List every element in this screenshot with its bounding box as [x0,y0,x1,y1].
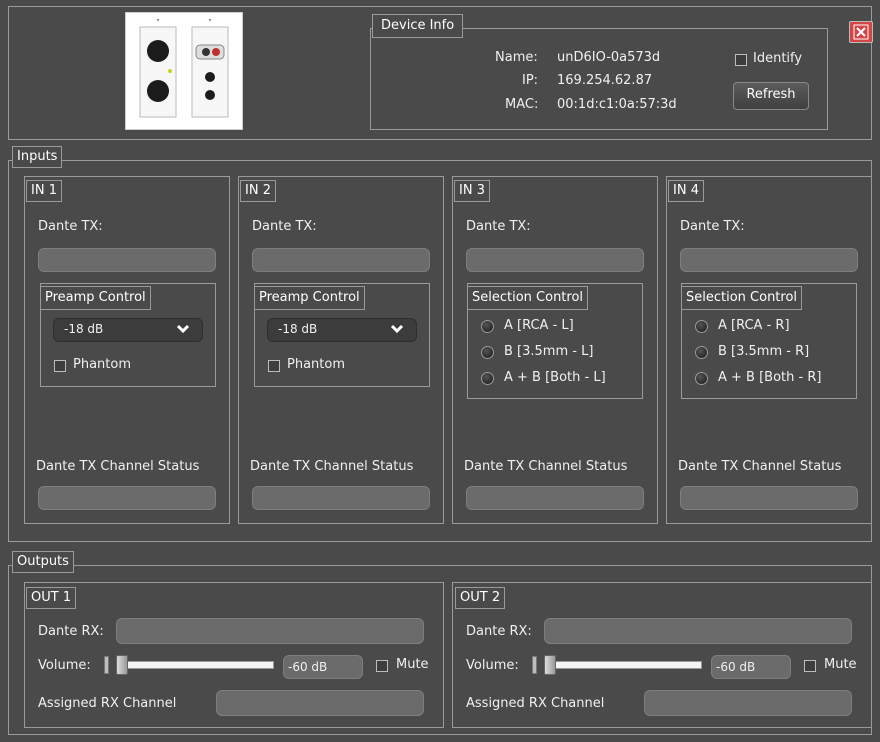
gain-value: -18 dB [278,322,318,336]
source-b-label: B [3.5mm - L] [504,344,594,359]
assigned-rx-field [216,690,424,716]
ip-label: IP: [522,73,539,88]
outputs-title: Outputs [12,551,74,573]
phantom-label: Phantom [287,357,345,372]
close-icon [853,24,869,40]
device-info-title: Device Info [372,14,464,38]
mute-label: Mute [396,657,429,672]
svg-text:▾: ▾ [156,17,159,24]
mute-checkbox[interactable] [376,660,388,672]
selection-control-title: Selection Control [467,286,589,310]
dante-tx-status-label: Dante TX Channel Status [250,459,414,474]
name-value: unD6IO-0a573d [557,50,661,65]
source-b-label: B [3.5mm - R] [718,344,810,359]
source-a-radio[interactable] [695,320,708,333]
source-ab-label: A + B [Both - R] [718,370,822,385]
phantom-checkbox[interactable] [54,360,66,372]
mac-value: 00:1d:c1:0a:57:3d [557,97,677,112]
phantom-label: Phantom [73,357,131,372]
volume-label: Volume: [466,658,519,673]
mute-label: Mute [824,657,857,672]
slider-track [122,661,274,669]
dante-tx-status-field [252,486,430,510]
device-image: ▾ ▾ [125,12,243,130]
output-channel-title: OUT 1 [26,587,77,609]
slider-track [550,661,702,669]
phantom-checkbox[interactable] [268,360,280,372]
input-channel-title: IN 2 [240,180,276,202]
assigned-rx-label: Assigned RX Channel [38,696,177,711]
dante-tx-status-field [680,486,858,510]
identify-checkbox[interactable] [735,54,747,66]
gain-select[interactable]: -18 dB [267,318,417,342]
close-button[interactable] [849,21,873,43]
volume-label: Volume: [38,658,91,673]
dante-tx-label: Dante TX: [38,219,103,234]
wall-plate-icon: ▾ ▾ [139,17,229,118]
volume-slider[interactable] [104,653,276,677]
slider-end-cap [104,656,109,674]
dante-tx-field [680,248,858,272]
preamp-control-title: Preamp Control [40,286,151,310]
source-ab-radio[interactable] [695,372,708,385]
dante-tx-label: Dante TX: [466,219,531,234]
identify-label: Identify [753,51,803,66]
source-a-label: A [RCA - L] [504,318,574,333]
dante-tx-field [466,248,644,272]
dante-tx-label: Dante TX: [252,219,317,234]
volume-value: -60 dB [711,655,791,679]
assigned-rx-label: Assigned RX Channel [466,696,605,711]
dante-rx-field [544,618,852,644]
chevron-down-icon [176,324,190,334]
dante-tx-field [252,248,430,272]
gain-select[interactable]: -18 dB [53,318,203,342]
inputs-title: Inputs [12,146,63,168]
source-b-radio[interactable] [481,346,494,359]
dante-rx-label: Dante RX: [38,624,104,639]
svg-text:▾: ▾ [208,17,211,24]
dante-tx-status-label: Dante TX Channel Status [464,459,628,474]
dante-rx-label: Dante RX: [466,624,532,639]
source-ab-radio[interactable] [481,372,494,385]
dante-tx-status-field [38,486,216,510]
slider-thumb[interactable] [116,655,128,675]
input-channel-title: IN 4 [668,180,704,202]
slider-thumb[interactable] [544,655,556,675]
output-channel-title: OUT 2 [455,587,506,609]
mute-checkbox[interactable] [804,660,816,672]
dante-tx-status-field [466,486,644,510]
assigned-rx-field [644,690,852,716]
dante-tx-status-label: Dante TX Channel Status [36,459,200,474]
volume-value: -60 dB [283,655,363,679]
dante-tx-status-label: Dante TX Channel Status [678,459,842,474]
preamp-control-title: Preamp Control [254,286,365,310]
source-a-radio[interactable] [481,320,494,333]
input-channel-title: IN 3 [454,180,490,202]
source-ab-label: A + B [Both - L] [504,370,606,385]
name-label: Name: [495,50,538,65]
chevron-down-icon [390,324,404,334]
slider-end-cap [532,656,537,674]
ip-value: 169.254.62.87 [557,73,653,88]
source-a-label: A [RCA - R] [718,318,790,333]
input-channel-title: IN 1 [26,180,62,202]
volume-slider[interactable] [532,653,704,677]
dante-tx-field [38,248,216,272]
selection-control-title: Selection Control [681,286,803,310]
source-b-radio[interactable] [695,346,708,359]
dante-rx-field [116,618,424,644]
gain-value: -18 dB [64,322,104,336]
dante-tx-label: Dante TX: [680,219,745,234]
mac-label: MAC: [505,97,539,112]
refresh-button[interactable]: Refresh [733,82,809,110]
